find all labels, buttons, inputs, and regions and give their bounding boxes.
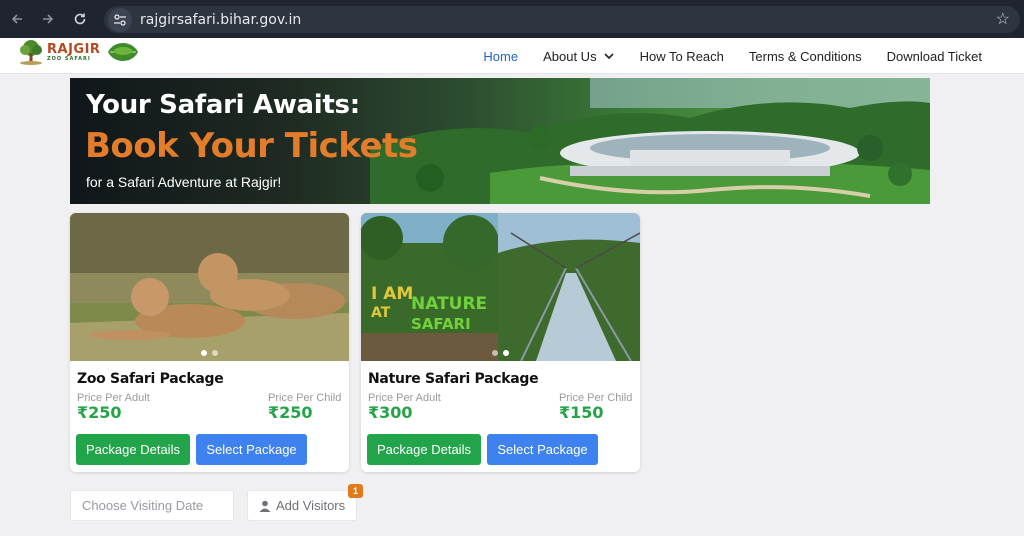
nav-how-to-reach[interactable]: How To Reach [640, 49, 724, 64]
visit-date-input[interactable]: Choose Visiting Date [70, 490, 234, 521]
banner-subtitle: for a Safari Adventure at Rajgir! [86, 174, 282, 190]
address-bar[interactable]: rajgirsafari.bihar.gov.in ☆ [104, 6, 1020, 33]
hero-banner: Your Safari Awaits: Book Your Tickets fo… [70, 78, 930, 204]
site-header: RAJGIR ZOO SAFARI Home About Us How To R… [0, 38, 1024, 74]
logo-subtitle: ZOO SAFARI [47, 55, 91, 62]
svg-text:AT: AT [371, 305, 391, 321]
banner-title: Book Your Tickets [85, 126, 418, 166]
package-card-nature-safari: I AM AT NATURE SAFARI Nature Safari Pack… [361, 213, 640, 472]
reload-icon[interactable] [69, 8, 91, 30]
leaf-emblem-icon [108, 43, 139, 61]
forward-icon[interactable] [37, 8, 59, 30]
visitors-count-badge: 1 [348, 484, 363, 498]
tune-icon[interactable] [108, 7, 132, 32]
browser-toolbar: rajgirsafari.bihar.gov.in ☆ [0, 0, 1024, 38]
nav-about-us[interactable]: About Us [543, 49, 614, 64]
chevron-down-icon [604, 53, 614, 60]
nav-download-ticket[interactable]: Download Ticket [887, 49, 982, 64]
adult-price: ₹250 [77, 403, 122, 422]
select-package-button[interactable]: Select Package [196, 434, 307, 465]
package-details-button[interactable]: Package Details [76, 434, 190, 465]
add-visitors-label: Add Visitors [276, 498, 346, 513]
back-icon[interactable] [6, 8, 28, 30]
package-title: Nature Safari Package [368, 371, 539, 387]
carousel-dots [492, 350, 514, 356]
url-text[interactable]: rajgirsafari.bihar.gov.in [140, 12, 301, 28]
star-icon[interactable]: ☆ [996, 9, 1010, 29]
logo-title: RAJGIR [47, 41, 101, 57]
nature-safari-image: I AM AT NATURE SAFARI [361, 213, 640, 361]
main-nav: Home About Us How To Reach Terms & Condi… [483, 38, 1024, 74]
banner-heading: Your Safari Awaits: [86, 90, 360, 120]
tree-logo-icon [20, 40, 42, 65]
child-price: ₹150 [559, 403, 604, 422]
nav-about-us-label: About Us [543, 48, 597, 64]
nav-home[interactable]: Home [483, 49, 518, 64]
carousel-dot[interactable] [212, 350, 218, 356]
add-visitors-button[interactable]: Add Visitors [247, 490, 357, 521]
nav-terms[interactable]: Terms & Conditions [749, 49, 862, 64]
user-icon [259, 500, 271, 512]
lions-image [70, 213, 349, 361]
carousel-dot[interactable] [503, 350, 509, 356]
svg-text:NATURE: NATURE [411, 294, 487, 314]
carousel-dots [201, 350, 223, 356]
child-price: ₹250 [268, 403, 313, 422]
select-package-button[interactable]: Select Package [487, 434, 598, 465]
carousel-dot[interactable] [201, 350, 207, 356]
svg-text:SAFARI: SAFARI [411, 315, 471, 333]
adult-price: ₹300 [368, 403, 413, 422]
package-details-button[interactable]: Package Details [367, 434, 481, 465]
svg-text:I AM: I AM [371, 284, 413, 304]
site-logo[interactable]: RAJGIR ZOO SAFARI [17, 39, 140, 65]
carousel-dot[interactable] [492, 350, 498, 356]
package-card-zoo-safari: Zoo Safari Package Price Per Adult Price… [70, 213, 349, 472]
package-title: Zoo Safari Package [77, 371, 224, 387]
